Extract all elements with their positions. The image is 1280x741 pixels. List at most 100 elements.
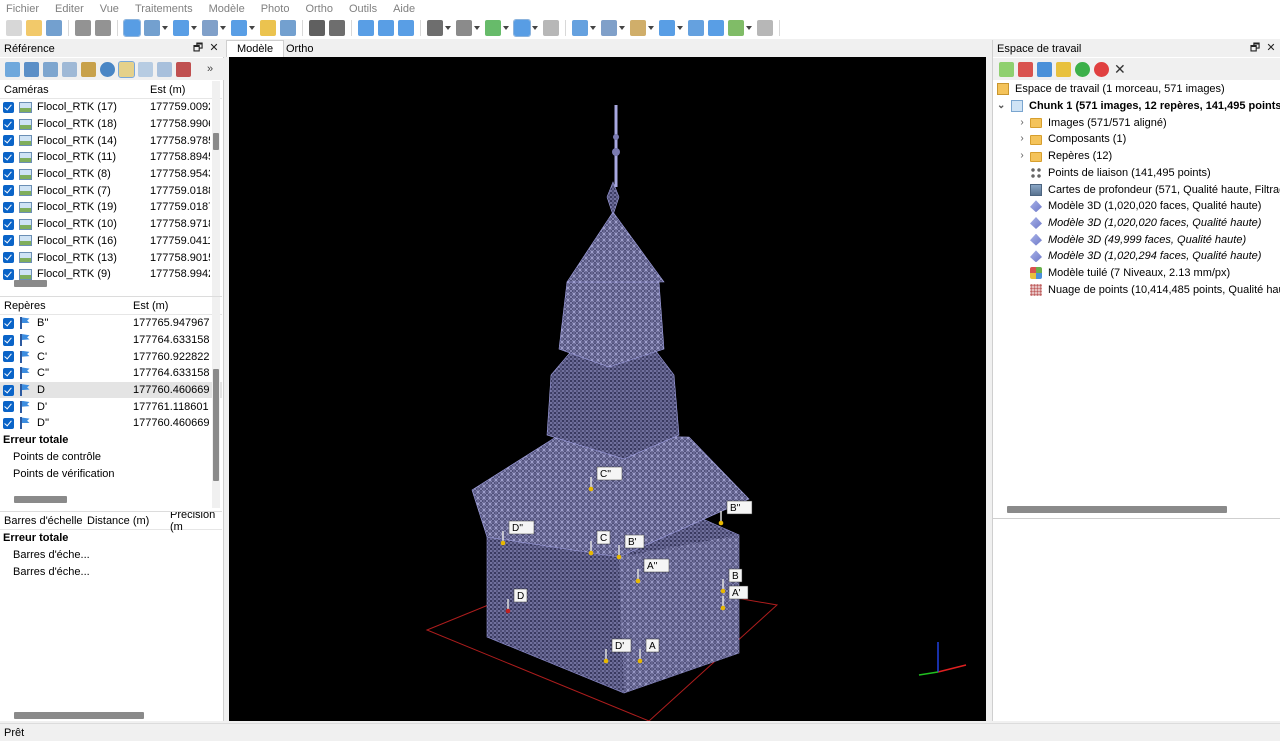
export-icon[interactable] [757, 20, 773, 36]
scalebar-row[interactable]: Barres d'éche... [0, 547, 222, 564]
dropdown-arrow-icon[interactable] [677, 20, 683, 36]
chevron-down-icon[interactable]: ⌄ [997, 100, 1005, 112]
menu-item[interactable]: Aide [393, 3, 415, 15]
dropdown-arrow-icon[interactable] [474, 20, 480, 36]
scalebars-header-distance[interactable]: Distance (m) [87, 515, 149, 527]
camera-checkbox[interactable] [3, 201, 14, 213]
workspace-item[interactable]: Modèle 3D (49,999 faces, Qualité haute) [1030, 231, 1246, 248]
workspace-item[interactable]: Nuage de points (10,414,485 points, Qual… [1030, 281, 1280, 298]
update-icon[interactable] [100, 61, 115, 77]
marker-row[interactable]: C' 177760.922822 [0, 348, 222, 365]
scalebars-header-name[interactable]: Barres d'échelle [4, 515, 83, 527]
open-icon[interactable] [26, 20, 42, 36]
model-viewport[interactable]: C'' B'' D'' C B' A'' B A' D D' A [229, 57, 986, 721]
cameras-vscroll-thumb[interactable] [213, 133, 219, 150]
markers-header-est[interactable]: Est (m) [133, 300, 168, 312]
draw-icon[interactable] [231, 20, 247, 36]
cameras-vscrollbar[interactable] [212, 81, 220, 316]
camera-row[interactable]: Flocol_RTK (10) 177758.97187 [0, 216, 222, 233]
marker-row[interactable]: D'' 177760.460669 [0, 415, 222, 432]
curve-icon[interactable] [659, 20, 675, 36]
view-icon[interactable] [630, 20, 646, 36]
workspace-item[interactable]: Modèle 3D (1,020,294 faces, Qualité haut… [1030, 248, 1261, 265]
import-reference-icon[interactable] [5, 61, 20, 77]
add-photos-icon[interactable] [1018, 61, 1033, 77]
dropdown-arrow-icon[interactable] [619, 20, 625, 36]
zoom-out-icon[interactable] [378, 20, 394, 36]
marker-checkbox[interactable] [3, 317, 14, 329]
dropdown-arrow-icon[interactable] [191, 20, 197, 36]
menu-item[interactable]: Photo [261, 3, 290, 15]
dropdown-arrow-icon[interactable] [532, 20, 538, 36]
cameras-header-name[interactable]: Caméras [4, 84, 49, 96]
float-panel-icon[interactable]: 🗗 [192, 42, 204, 54]
control-points-row[interactable]: Points de contrôle [0, 449, 222, 466]
pan-icon[interactable] [398, 20, 414, 36]
marker-row[interactable]: D 177760.460669 [0, 381, 222, 399]
marker-checkbox[interactable] [3, 417, 14, 429]
measure-icon[interactable] [688, 20, 704, 36]
workspace-hscroll-thumb[interactable] [1007, 506, 1227, 513]
points-icon[interactable] [427, 20, 443, 36]
tools-icon[interactable] [81, 61, 96, 77]
workspace-item[interactable]: › Composants (1) [1020, 131, 1126, 148]
menu-item[interactable]: Editer [55, 3, 84, 15]
markers-vscrollbar[interactable] [212, 297, 220, 508]
marker-checkbox[interactable] [3, 401, 14, 413]
dropdown-arrow-icon[interactable] [220, 20, 226, 36]
rect-select-icon[interactable] [144, 20, 160, 36]
shaded-icon[interactable] [485, 20, 501, 36]
dropdown-arrow-icon[interactable] [648, 20, 654, 36]
camera-checkbox[interactable] [3, 135, 14, 147]
disable-icon[interactable] [1094, 61, 1109, 77]
scalebar-row[interactable]: Barres d'éche... [0, 563, 222, 580]
marker-row[interactable]: B'' 177765.947967 [0, 315, 222, 332]
marker-icon[interactable] [708, 20, 724, 36]
dropdown-arrow-icon[interactable] [162, 20, 168, 36]
marker-checkbox[interactable] [3, 351, 14, 363]
camera-checkbox[interactable] [3, 235, 14, 247]
navigation-icon[interactable] [173, 20, 189, 36]
add-markers-icon[interactable] [1037, 61, 1052, 77]
float-panel-icon[interactable]: 🗗 [1249, 42, 1261, 54]
marker-checkbox[interactable] [3, 334, 14, 346]
workspace-item[interactable]: Modèle 3D (1,020,020 faces, Qualité haut… [1030, 215, 1261, 232]
terrain-icon[interactable] [280, 20, 296, 36]
camera-checkbox[interactable] [3, 218, 14, 230]
camera-checkbox[interactable] [3, 252, 14, 264]
chevron-right-icon[interactable]: › [1018, 117, 1026, 129]
close-panel-icon[interactable]: ✕ [1265, 42, 1277, 54]
crop-icon[interactable] [329, 20, 345, 36]
add-folder-icon[interactable] [1056, 61, 1071, 77]
camera-icon[interactable] [601, 20, 617, 36]
undo-icon[interactable] [75, 20, 91, 36]
marker-row[interactable]: C'' 177764.633158 [0, 365, 222, 382]
chunk-node[interactable]: ⌄ Chunk 1 (571 images, 12 repères, 141,49… [997, 98, 1280, 115]
markers-header-name[interactable]: Repères [4, 300, 46, 312]
markers-vscroll-thumb[interactable] [213, 369, 219, 481]
camera-row[interactable]: Flocol_RTK (17) 177759.00924 [0, 99, 222, 116]
tab-ortho[interactable]: Ortho [276, 40, 324, 57]
settings-icon[interactable] [176, 61, 191, 77]
close-panel-icon[interactable]: ✕ [208, 42, 220, 54]
view-estimated-icon[interactable] [138, 61, 153, 77]
add-chunk-icon[interactable] [999, 61, 1014, 77]
ruler-icon[interactable] [260, 20, 276, 36]
zoom-in-icon[interactable] [358, 20, 374, 36]
grid-icon[interactable] [456, 20, 472, 36]
dropdown-arrow-icon[interactable] [249, 20, 255, 36]
clear-reference-icon[interactable] [43, 61, 58, 77]
workspace-item[interactable]: › Images (571/571 aligné) [1020, 114, 1166, 131]
camera-checkbox[interactable] [3, 168, 14, 180]
marker-checkbox[interactable] [3, 384, 14, 396]
check-points-row[interactable]: Points de vérification [0, 465, 222, 482]
camera-row[interactable]: Flocol_RTK (19) 177759.01879 [0, 199, 222, 216]
globe-icon[interactable] [572, 20, 588, 36]
marker-checkbox[interactable] [3, 367, 14, 379]
workspace-item[interactable]: Modèle tuilé (7 Niveaux, 2.13 mm/px) [1030, 265, 1230, 282]
camera-row[interactable]: Flocol_RTK (8) 177758.95438 [0, 166, 222, 183]
scalebars-hscroll-thumb[interactable] [14, 712, 144, 719]
texture-icon[interactable] [543, 20, 559, 36]
remove-items-icon[interactable]: ✕ [1114, 61, 1126, 78]
menu-item[interactable]: Vue [100, 3, 119, 15]
